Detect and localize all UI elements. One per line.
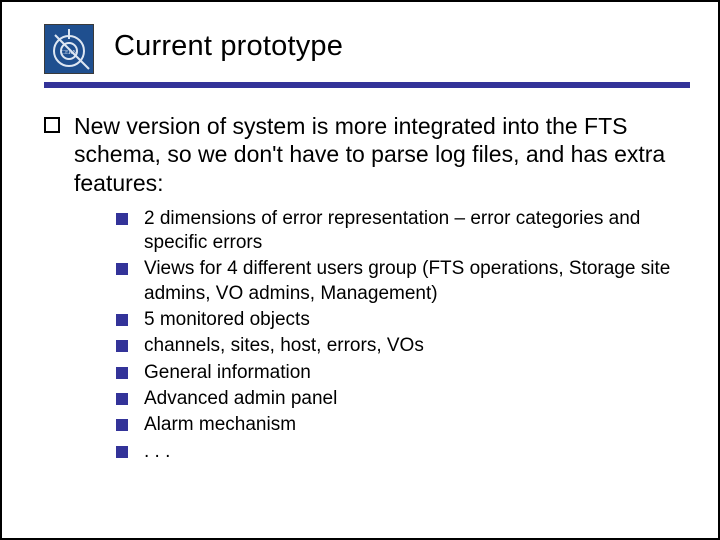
list-item: . . .	[116, 440, 678, 464]
feature-text: 2 dimensions of error representation – e…	[144, 207, 678, 256]
feature-text: . . .	[144, 440, 170, 464]
filled-square-icon	[116, 263, 128, 275]
list-item: 2 dimensions of error representation – e…	[116, 207, 678, 256]
filled-square-icon	[116, 446, 128, 458]
feature-list: 2 dimensions of error representation – e…	[116, 207, 678, 464]
feature-text: Advanced admin panel	[144, 387, 337, 411]
feature-text: channels, sites, host, errors, VOs	[144, 334, 424, 358]
main-point-text: New version of system is more integrated…	[74, 112, 678, 197]
filled-square-icon	[116, 367, 128, 379]
list-item: General information	[116, 361, 678, 385]
bullet-level1: New version of system is more integrated…	[44, 112, 678, 197]
list-item: 5 monitored objects	[116, 308, 678, 332]
list-item: Alarm mechanism	[116, 413, 678, 437]
hollow-square-icon	[44, 117, 60, 133]
list-item: Advanced admin panel	[116, 387, 678, 411]
slide-title: Current prototype	[114, 30, 343, 63]
list-item: Views for 4 different users group (FTS o…	[116, 257, 678, 306]
feature-text: 5 monitored objects	[144, 308, 310, 332]
filled-square-icon	[116, 314, 128, 326]
title-row: CERN Current prototype	[2, 24, 718, 82]
slide-body: New version of system is more integrated…	[44, 112, 678, 466]
feature-text: Alarm mechanism	[144, 413, 296, 437]
slide: CERN Current prototype New version of sy…	[0, 0, 720, 540]
title-underline	[44, 82, 690, 88]
svg-text:CERN: CERN	[61, 50, 78, 56]
filled-square-icon	[116, 213, 128, 225]
list-item: channels, sites, host, errors, VOs	[116, 334, 678, 358]
feature-text: General information	[144, 361, 311, 385]
filled-square-icon	[116, 419, 128, 431]
filled-square-icon	[116, 393, 128, 405]
cern-logo-icon: CERN	[44, 24, 94, 74]
feature-text: Views for 4 different users group (FTS o…	[144, 257, 678, 306]
filled-square-icon	[116, 340, 128, 352]
